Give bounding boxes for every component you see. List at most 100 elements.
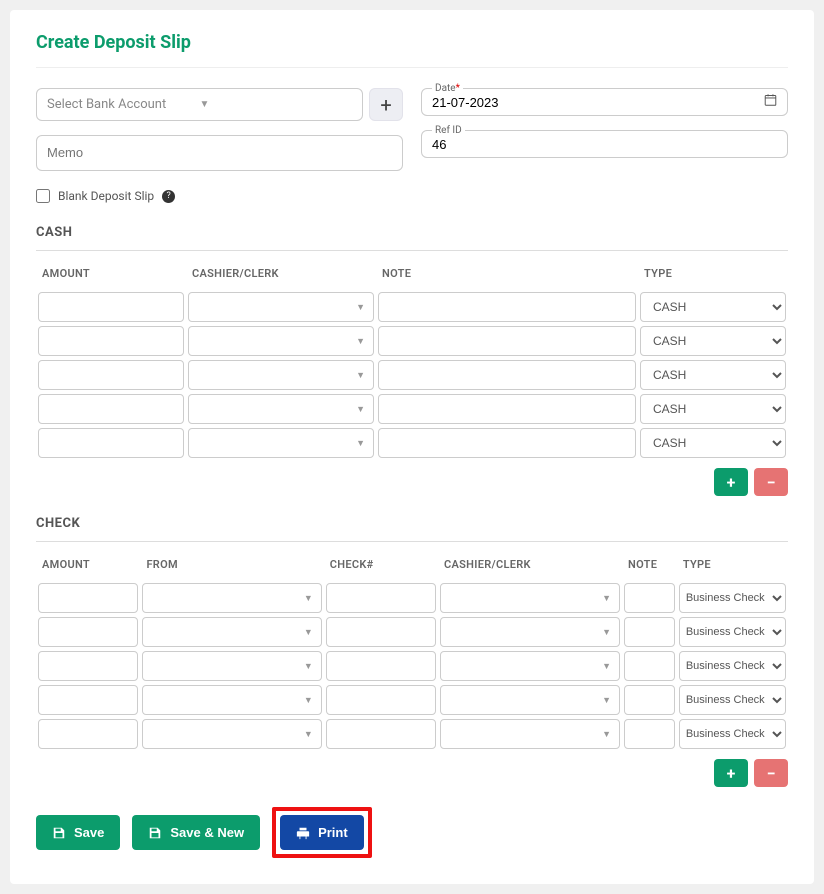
note-input[interactable] [378, 394, 636, 424]
print-button[interactable]: Print [280, 815, 364, 850]
note-input[interactable] [378, 428, 636, 458]
chevron-down-icon: ▼ [602, 661, 611, 672]
table-row: ▼ ▼ Business Check [36, 581, 788, 615]
bank-account-select[interactable]: Select Bank Account ▼ [36, 88, 363, 121]
cashier-select[interactable]: ▼ [440, 685, 620, 715]
amount-input[interactable] [38, 583, 138, 613]
table-row: ▼ ▼ Business Check [36, 615, 788, 649]
table-row: ▼ CASH [36, 290, 788, 324]
amount-input[interactable] [38, 292, 184, 322]
note-input[interactable] [624, 719, 675, 749]
from-select[interactable]: ▼ [142, 719, 321, 749]
chevron-down-icon: ▼ [356, 302, 365, 313]
cashier-select[interactable]: ▼ [188, 292, 374, 322]
memo-field-wrap [36, 135, 403, 171]
checknum-input[interactable] [326, 617, 436, 647]
amount-input[interactable] [38, 651, 138, 681]
memo-input[interactable] [47, 145, 392, 160]
amount-input[interactable] [38, 428, 184, 458]
note-input[interactable] [624, 685, 675, 715]
bank-account-placeholder: Select Bank Account [47, 97, 200, 112]
type-select[interactable]: CASH [640, 360, 786, 390]
note-input[interactable] [378, 292, 636, 322]
type-select[interactable]: CASH [640, 292, 786, 322]
top-fields: Select Bank Account ▼ + Date* Ref ID [36, 88, 788, 171]
chevron-down-icon: ▼ [304, 627, 313, 638]
type-select[interactable]: CASH [640, 428, 786, 458]
cash-title: CASH [36, 225, 788, 240]
col-checknum: CHECK# [324, 558, 438, 581]
amount-input[interactable] [38, 360, 184, 390]
date-input[interactable] [432, 95, 777, 110]
from-select[interactable]: ▼ [142, 583, 321, 613]
amount-input[interactable] [38, 326, 184, 356]
type-select[interactable]: CASH [640, 326, 786, 356]
col-cashier: CASHIER/CLERK [186, 267, 376, 290]
from-select[interactable]: ▼ [142, 651, 321, 681]
cash-table: AMOUNT CASHIER/CLERK NOTE TYPE ▼CASH▼CAS… [36, 267, 788, 460]
amount-input[interactable] [38, 719, 138, 749]
refid-field-wrap: Ref ID [421, 130, 788, 158]
note-input[interactable] [624, 617, 675, 647]
amount-input[interactable] [38, 685, 138, 715]
cashier-select[interactable]: ▼ [440, 617, 620, 647]
from-select[interactable]: ▼ [142, 617, 321, 647]
cashier-select[interactable]: ▼ [188, 326, 374, 356]
print-icon [296, 826, 310, 840]
checknum-input[interactable] [326, 583, 436, 613]
check-row-controls: + − [36, 759, 788, 787]
from-select[interactable]: ▼ [142, 685, 321, 715]
cashier-select[interactable]: ▼ [440, 583, 620, 613]
save-icon [52, 826, 66, 840]
help-icon[interactable]: ? [162, 190, 175, 203]
cash-row-controls: + − [36, 468, 788, 496]
blank-slip-checkbox[interactable] [36, 189, 50, 203]
chevron-down-icon: ▼ [602, 695, 611, 706]
type-select[interactable]: Business Check [679, 685, 786, 715]
cashier-select[interactable]: ▼ [188, 394, 374, 424]
type-select[interactable]: Business Check [679, 719, 786, 749]
table-row: ▼ CASH [36, 324, 788, 358]
date-field-wrap: Date* [421, 88, 788, 116]
chevron-down-icon: ▼ [602, 729, 611, 740]
chevron-down-icon: ▼ [356, 438, 365, 449]
checknum-input[interactable] [326, 651, 436, 681]
blank-slip-label[interactable]: Blank Deposit Slip [58, 189, 154, 203]
note-input[interactable] [378, 326, 636, 356]
note-input[interactable] [624, 651, 675, 681]
calendar-icon[interactable] [764, 94, 777, 111]
chevron-down-icon: ▼ [304, 729, 313, 740]
cashier-select[interactable]: ▼ [188, 428, 374, 458]
chevron-down-icon: ▼ [304, 593, 313, 604]
add-row-button[interactable]: + [714, 468, 748, 496]
type-select[interactable]: Business Check [679, 583, 786, 613]
remove-row-button[interactable]: − [754, 759, 788, 787]
save-button[interactable]: Save [36, 815, 120, 850]
checknum-input[interactable] [326, 719, 436, 749]
cashier-select[interactable]: ▼ [440, 719, 620, 749]
cashier-select[interactable]: ▼ [440, 651, 620, 681]
remove-row-button[interactable]: − [754, 468, 788, 496]
note-input[interactable] [378, 360, 636, 390]
deposit-slip-form: Create Deposit Slip Select Bank Account … [10, 10, 814, 884]
page-title: Create Deposit Slip [36, 32, 788, 53]
amount-input[interactable] [38, 617, 138, 647]
note-input[interactable] [624, 583, 675, 613]
col-amount: AMOUNT [36, 267, 186, 290]
col-cashier: CASHIER/CLERK [438, 558, 622, 581]
cash-section: CASH AMOUNT CASHIER/CLERK NOTE TYPE ▼CAS… [36, 225, 788, 496]
cashier-select[interactable]: ▼ [188, 360, 374, 390]
add-bank-button[interactable]: + [369, 88, 403, 121]
chevron-down-icon: ▼ [304, 661, 313, 672]
divider [36, 250, 788, 251]
table-row: ▼ ▼ Business Check [36, 717, 788, 751]
refid-input[interactable] [432, 137, 777, 152]
type-select[interactable]: CASH [640, 394, 786, 424]
amount-input[interactable] [38, 394, 184, 424]
type-select[interactable]: Business Check [679, 651, 786, 681]
add-row-button[interactable]: + [714, 759, 748, 787]
chevron-down-icon: ▼ [304, 695, 313, 706]
save-new-button[interactable]: Save & New [132, 815, 260, 850]
checknum-input[interactable] [326, 685, 436, 715]
type-select[interactable]: Business Check [679, 617, 786, 647]
